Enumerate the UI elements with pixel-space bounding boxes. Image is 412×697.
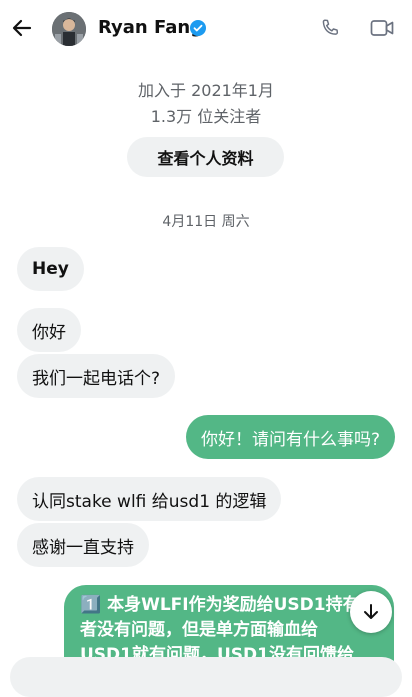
view-profile-button[interactable]: 查看个人资料	[127, 137, 284, 177]
message-bubble-incoming[interactable]: 你好	[17, 308, 81, 352]
date-separator: 4月11日 周六	[162, 214, 250, 230]
message-bubble-incoming[interactable]: 我们一起电话个?	[17, 354, 176, 398]
back-arrow-icon[interactable]	[10, 16, 34, 40]
follower-count: 1.3万 位关注者	[150, 107, 262, 126]
scroll-to-bottom-button[interactable]	[350, 591, 392, 633]
joined-date: 加入于 2021年1月	[138, 81, 274, 100]
message-line: 者没有问题，但是单方面输血给	[80, 620, 318, 640]
message-composer[interactable]	[10, 657, 402, 697]
message-bubble-incoming[interactable]: 感谢一直支持	[17, 523, 149, 567]
message-bubble-incoming[interactable]: Hey	[17, 247, 84, 291]
message-bubble-incoming[interactable]: 认同stake wlfi 给usd1 的逻辑	[17, 477, 282, 521]
message-line: 1️⃣ 本身WLFI作为奖励给USD1持有	[80, 595, 360, 615]
video-icon[interactable]	[370, 18, 394, 38]
phone-icon[interactable]	[319, 17, 341, 39]
avatar[interactable]	[52, 12, 86, 46]
message-bubble-outgoing[interactable]: 你好！请问有什么事吗?	[185, 415, 395, 459]
arrow-down-icon	[364, 604, 378, 619]
verified-badge-icon	[190, 20, 206, 36]
contact-name[interactable]: Ryan Fang	[98, 17, 203, 38]
chat-header: Ryan Fang	[0, 0, 412, 58]
